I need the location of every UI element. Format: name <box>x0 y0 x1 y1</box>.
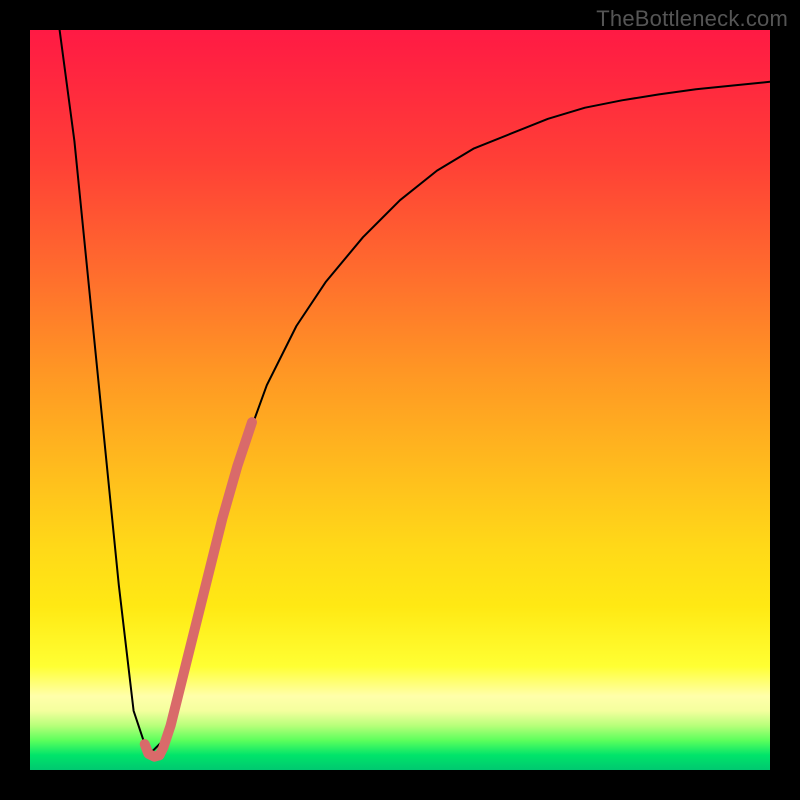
series-marker-segment <box>160 422 253 755</box>
chart-svg <box>30 30 770 770</box>
chart-frame: TheBottleneck.com <box>0 0 800 800</box>
series-bottleneck-curve <box>60 30 770 755</box>
watermark-text: TheBottleneck.com <box>596 6 788 32</box>
plot-area <box>30 30 770 770</box>
